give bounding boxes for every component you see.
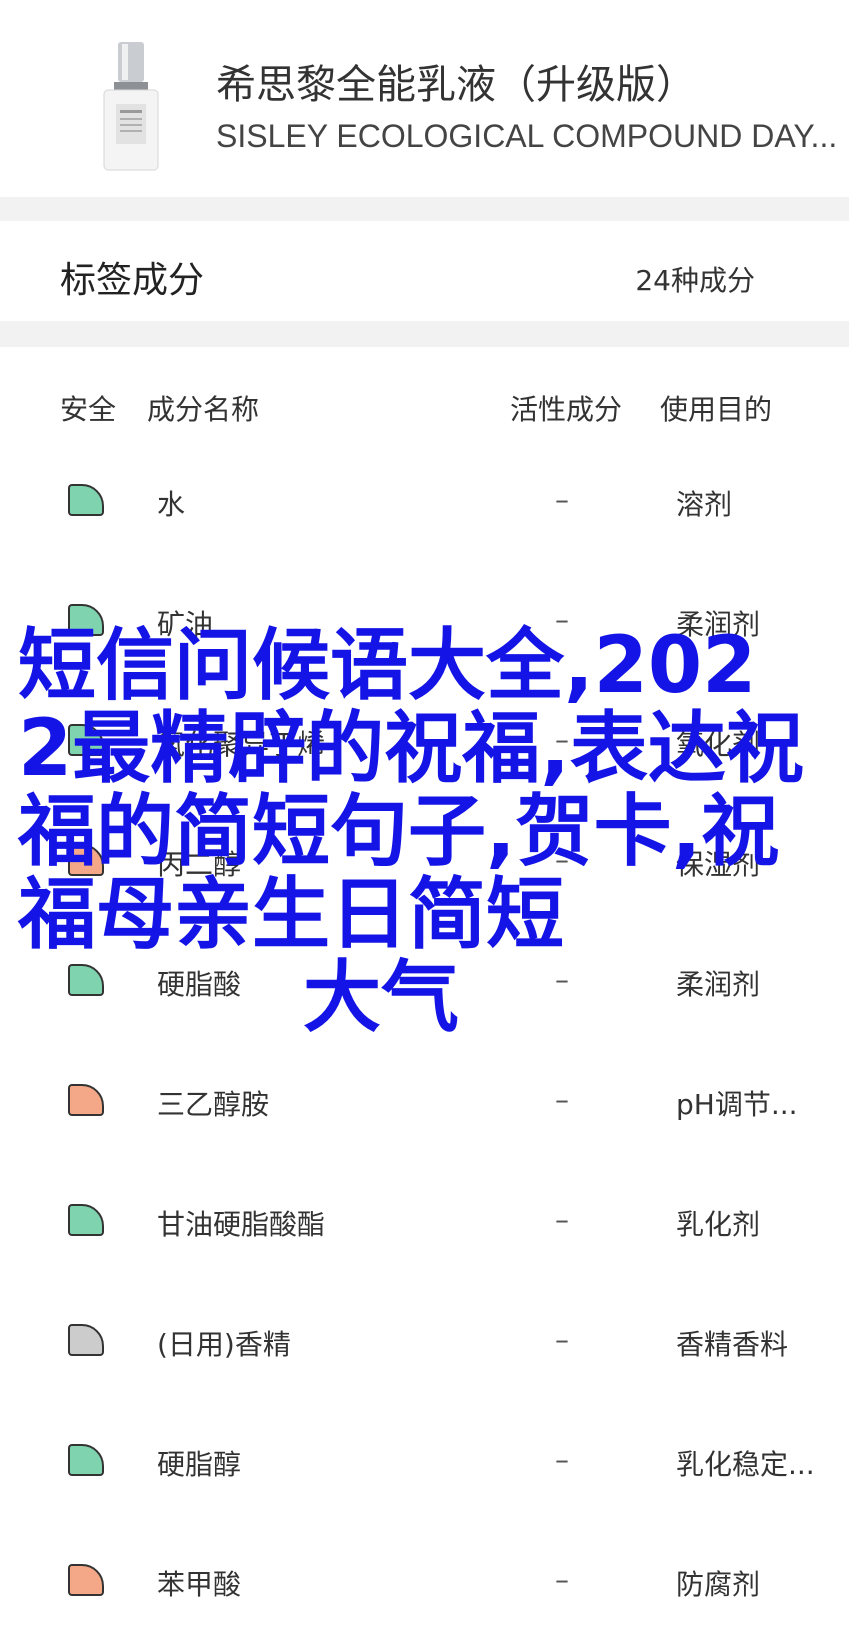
- ingredient-name: 甘油硬脂酸酯: [157, 1208, 326, 1241]
- active-flag: –: [555, 1083, 569, 1116]
- active-flag: –: [555, 1563, 569, 1596]
- product-header[interactable]: 希思黎全能乳液（升级版） SISLEY ECOLOGICAL COMPOUND …: [0, 0, 849, 197]
- ingredient-summary: 标签成分 24种成分: [0, 221, 849, 321]
- active-flag: –: [555, 1203, 569, 1236]
- ingredient-use: 香精香料: [676, 1328, 789, 1361]
- overlay-headline: 短信问候语大全,2022最精辟的祝福,表达祝福的简短句子,贺卡,祝福母亲生日简短…: [18, 625, 808, 1040]
- ingredient-name: 苯甲酸: [157, 1568, 242, 1601]
- product-name: 希思黎全能乳液（升级版）: [216, 62, 696, 108]
- safety-icon: [68, 1564, 104, 1596]
- ingredient-name: (日用)香精: [157, 1328, 291, 1361]
- safety-icon: [68, 1084, 104, 1116]
- active-flag: –: [555, 1323, 569, 1356]
- table-row[interactable]: 硬脂醇 – 乳化稳定...: [0, 1430, 849, 1490]
- overlay-text-last: 大气: [302, 953, 459, 1043]
- ingredient-use: pH调节...: [676, 1088, 798, 1121]
- ingredient-name: 水: [157, 488, 186, 521]
- header-name: 成分名称: [147, 393, 260, 426]
- ingredient-use: 乳化剂: [676, 1208, 761, 1241]
- summary-title: 标签成分: [60, 260, 205, 301]
- table-row[interactable]: 苯甲酸 – 防腐剂: [0, 1550, 849, 1610]
- product-bottle-image: [103, 42, 159, 171]
- ingredient-use: 溶剂: [676, 488, 733, 521]
- safety-icon: [68, 484, 104, 516]
- safety-icon: [68, 1444, 104, 1476]
- header-use: 使用目的: [660, 393, 773, 426]
- table-row[interactable]: 三乙醇胺 – pH调节...: [0, 1070, 849, 1130]
- safety-icon: [68, 1204, 104, 1236]
- ingredient-count: 24种成分: [635, 264, 755, 297]
- active-flag: –: [555, 483, 569, 516]
- table-row[interactable]: 水 – 溶剂: [0, 470, 849, 530]
- header-active: 活性成分: [510, 393, 623, 426]
- ingredient-use: 乳化稳定...: [676, 1448, 815, 1481]
- product-name-en: SISLEY ECOLOGICAL COMPOUND DAY...: [216, 118, 838, 154]
- ingredient-name: 三乙醇胺: [157, 1088, 270, 1121]
- ingredient-use: 防腐剂: [676, 1568, 761, 1601]
- header-safety: 安全: [60, 393, 117, 426]
- overlay-text: 短信问候语大全,2022最精辟的祝福,表达祝福的简短句子,贺卡,祝福母亲生日简短: [18, 621, 804, 960]
- section-divider: [0, 321, 849, 347]
- section-divider: [0, 197, 849, 221]
- table-row[interactable]: 甘油硬脂酸酯 – 乳化剂: [0, 1190, 849, 1250]
- table-row[interactable]: (日用)香精 – 香精香料: [0, 1310, 849, 1370]
- active-flag: –: [555, 1443, 569, 1476]
- safety-icon: [68, 1324, 104, 1356]
- ingredient-name: 硬脂醇: [157, 1448, 242, 1481]
